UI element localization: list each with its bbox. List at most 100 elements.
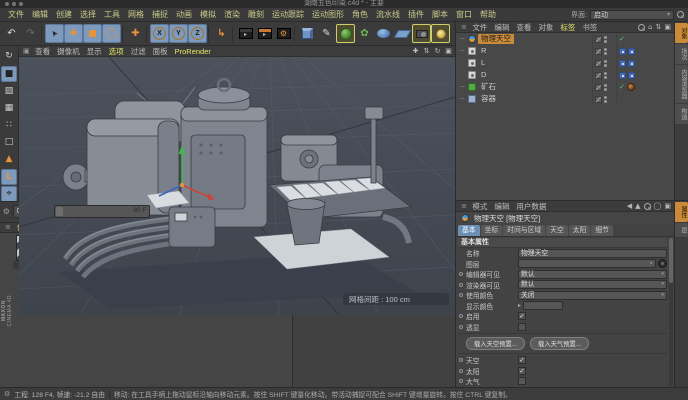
menu-item[interactable]: 文件 (4, 9, 28, 20)
visibility-dots-icon[interactable] (604, 95, 607, 103)
make-editable-button[interactable]: ↻ (1, 48, 17, 64)
material-tag-icon[interactable] (626, 83, 635, 91)
menu-item[interactable]: 模拟 (196, 9, 220, 20)
render-view-button[interactable]: ▸ (236, 24, 255, 43)
interface-select[interactable]: 启动 ▾ (590, 9, 674, 20)
xray-checkbox[interactable] (518, 322, 526, 331)
undo-button[interactable]: ↶ (2, 24, 21, 43)
scroll-icon[interactable]: ⇅ (656, 23, 662, 31)
menu-item[interactable]: 流水线 (372, 9, 404, 20)
target-tag-icon[interactable] (628, 47, 635, 55)
add-cube-button[interactable] (298, 24, 317, 43)
object-row[interactable]: — 物理天空 ✓ (456, 33, 674, 45)
expand-icon[interactable]: — (458, 36, 466, 42)
rotate-tool-button[interactable]: ◯ (102, 24, 121, 43)
generator-button[interactable]: ✿ (355, 24, 374, 43)
menu-item[interactable]: 选择 (76, 9, 100, 20)
history-back-icon[interactable]: ◀ (627, 202, 632, 210)
live-selection-button[interactable]: ➤ (45, 24, 64, 43)
dock-icon[interactable]: ▣ (664, 23, 671, 31)
object-row[interactable]: — 矿石 ✓ (456, 81, 674, 93)
tab-basic[interactable]: 基本 (458, 225, 480, 236)
layer-square-icon[interactable] (595, 47, 602, 55)
load-sky-preset-button[interactable]: 载入天空预置... (466, 337, 526, 350)
expand-icon[interactable]: — (458, 48, 466, 54)
pin-icon[interactable]: ▲ (635, 202, 640, 210)
tab-sun[interactable]: 太阳 (568, 225, 591, 236)
layer-field[interactable]: ▸ (518, 259, 656, 269)
menu-item[interactable]: 脚本 (428, 9, 452, 20)
timeline-ruler[interactable]: 90 F (53, 205, 151, 218)
object-row[interactable]: D (456, 69, 674, 81)
attribute-scrollbar[interactable] (669, 238, 673, 386)
scale-tool-button[interactable] (83, 24, 102, 43)
om-menu-item[interactable]: 查看 (513, 22, 535, 33)
move-tool-button[interactable]: ✚ (64, 24, 83, 43)
layer-square-icon[interactable] (595, 59, 602, 67)
enable-axis-button[interactable]: L (1, 169, 17, 185)
target-tag-icon[interactable] (619, 71, 626, 79)
viewport-menu-item[interactable]: 摄像机 (54, 46, 84, 57)
floor-object-button[interactable] (393, 24, 412, 43)
burger-icon[interactable]: ≡ (3, 223, 13, 231)
expand-right-icon[interactable]: ▸ (518, 302, 521, 309)
points-mode-button[interactable]: ∷ (1, 117, 17, 133)
lock-y-axis-button[interactable]: Y (169, 24, 188, 43)
pan-view-icon[interactable]: ✚ (411, 47, 420, 55)
om-menu-item[interactable]: 书签 (579, 22, 601, 33)
spline-pen-button[interactable]: ✎ (317, 24, 336, 43)
viewport-canvas[interactable]: 网格间距 : 100 cm (19, 57, 455, 315)
subdivision-surface-button[interactable] (336, 24, 355, 43)
layer-browser-icon[interactable] (658, 259, 667, 269)
tab-takes[interactable]: 场次 (675, 44, 688, 64)
new-panel-icon[interactable]: ▣ (664, 202, 671, 210)
viewport-menu-item[interactable]: 显示 (83, 46, 105, 57)
viewport-menu-item[interactable]: ProRender (171, 47, 214, 56)
atmosphere-checkbox[interactable] (518, 377, 526, 386)
visibility-dots-icon[interactable] (604, 59, 607, 67)
sun-checkbox[interactable]: ✓ (518, 366, 526, 375)
expand-icon[interactable]: — (458, 96, 466, 102)
search-icon[interactable] (677, 11, 684, 18)
last-tool-button[interactable]: ✚ (126, 24, 145, 43)
camera-object-button[interactable] (412, 24, 431, 43)
search-icon[interactable] (638, 23, 646, 31)
lock-icon[interactable]: ◯ (654, 202, 662, 210)
menu-item[interactable]: 捕捉 (148, 9, 172, 20)
deformer-button[interactable] (374, 24, 393, 43)
menu-item[interactable]: 网格 (124, 9, 148, 20)
menu-item[interactable]: 帮助 (476, 9, 500, 20)
am-menu-item[interactable]: 模式 (469, 201, 491, 212)
target-tag-icon[interactable] (619, 59, 626, 67)
menu-item[interactable]: 编辑 (28, 9, 52, 20)
toggle-view-icon[interactable]: ▣ (444, 47, 453, 55)
home-icon[interactable]: ⌂ (648, 23, 652, 31)
tab-layers[interactable]: 层 (675, 223, 688, 237)
uv-mode-button[interactable]: ▦ (1, 100, 17, 116)
viewport-menu-item[interactable]: 面板 (149, 46, 171, 57)
menu-item[interactable]: 运动跟踪 (268, 9, 308, 20)
model-mode-button[interactable]: ■ (1, 66, 17, 82)
lock-x-axis-button[interactable]: X (150, 24, 169, 43)
menu-item[interactable]: 插件 (404, 9, 428, 20)
tab-structure[interactable]: 构造 (675, 104, 688, 124)
render-settings-button[interactable]: ⚙ (274, 24, 293, 43)
tab-objects[interactable]: 对象 (675, 23, 688, 43)
object-row[interactable]: — R (456, 45, 674, 57)
editor-visibility-select[interactable]: 默认 ▾ (518, 269, 667, 279)
menu-item[interactable]: 运动图形 (308, 9, 348, 20)
render-visibility-select[interactable]: 默认 ▾ (518, 280, 667, 290)
layer-square-icon[interactable] (595, 95, 602, 103)
om-menu-item[interactable]: 文件 (469, 22, 491, 33)
tab-details[interactable]: 细节 (591, 225, 613, 236)
display-color-field[interactable] (523, 301, 564, 311)
enabled-checkbox[interactable]: ✓ (518, 312, 526, 321)
burger-icon[interactable]: ≡ (459, 202, 469, 210)
coordinate-system-button[interactable]: ↳ (212, 24, 231, 43)
visibility-dots-icon[interactable] (604, 71, 607, 79)
zoom-view-icon[interactable]: ⇅ (422, 47, 431, 55)
sky-checkbox[interactable]: ✓ (518, 356, 526, 365)
target-tag-icon[interactable] (628, 59, 635, 67)
viewport-menu-item[interactable]: 过滤 (127, 46, 149, 57)
use-color-select[interactable]: 关闭 ▾ (518, 290, 667, 300)
